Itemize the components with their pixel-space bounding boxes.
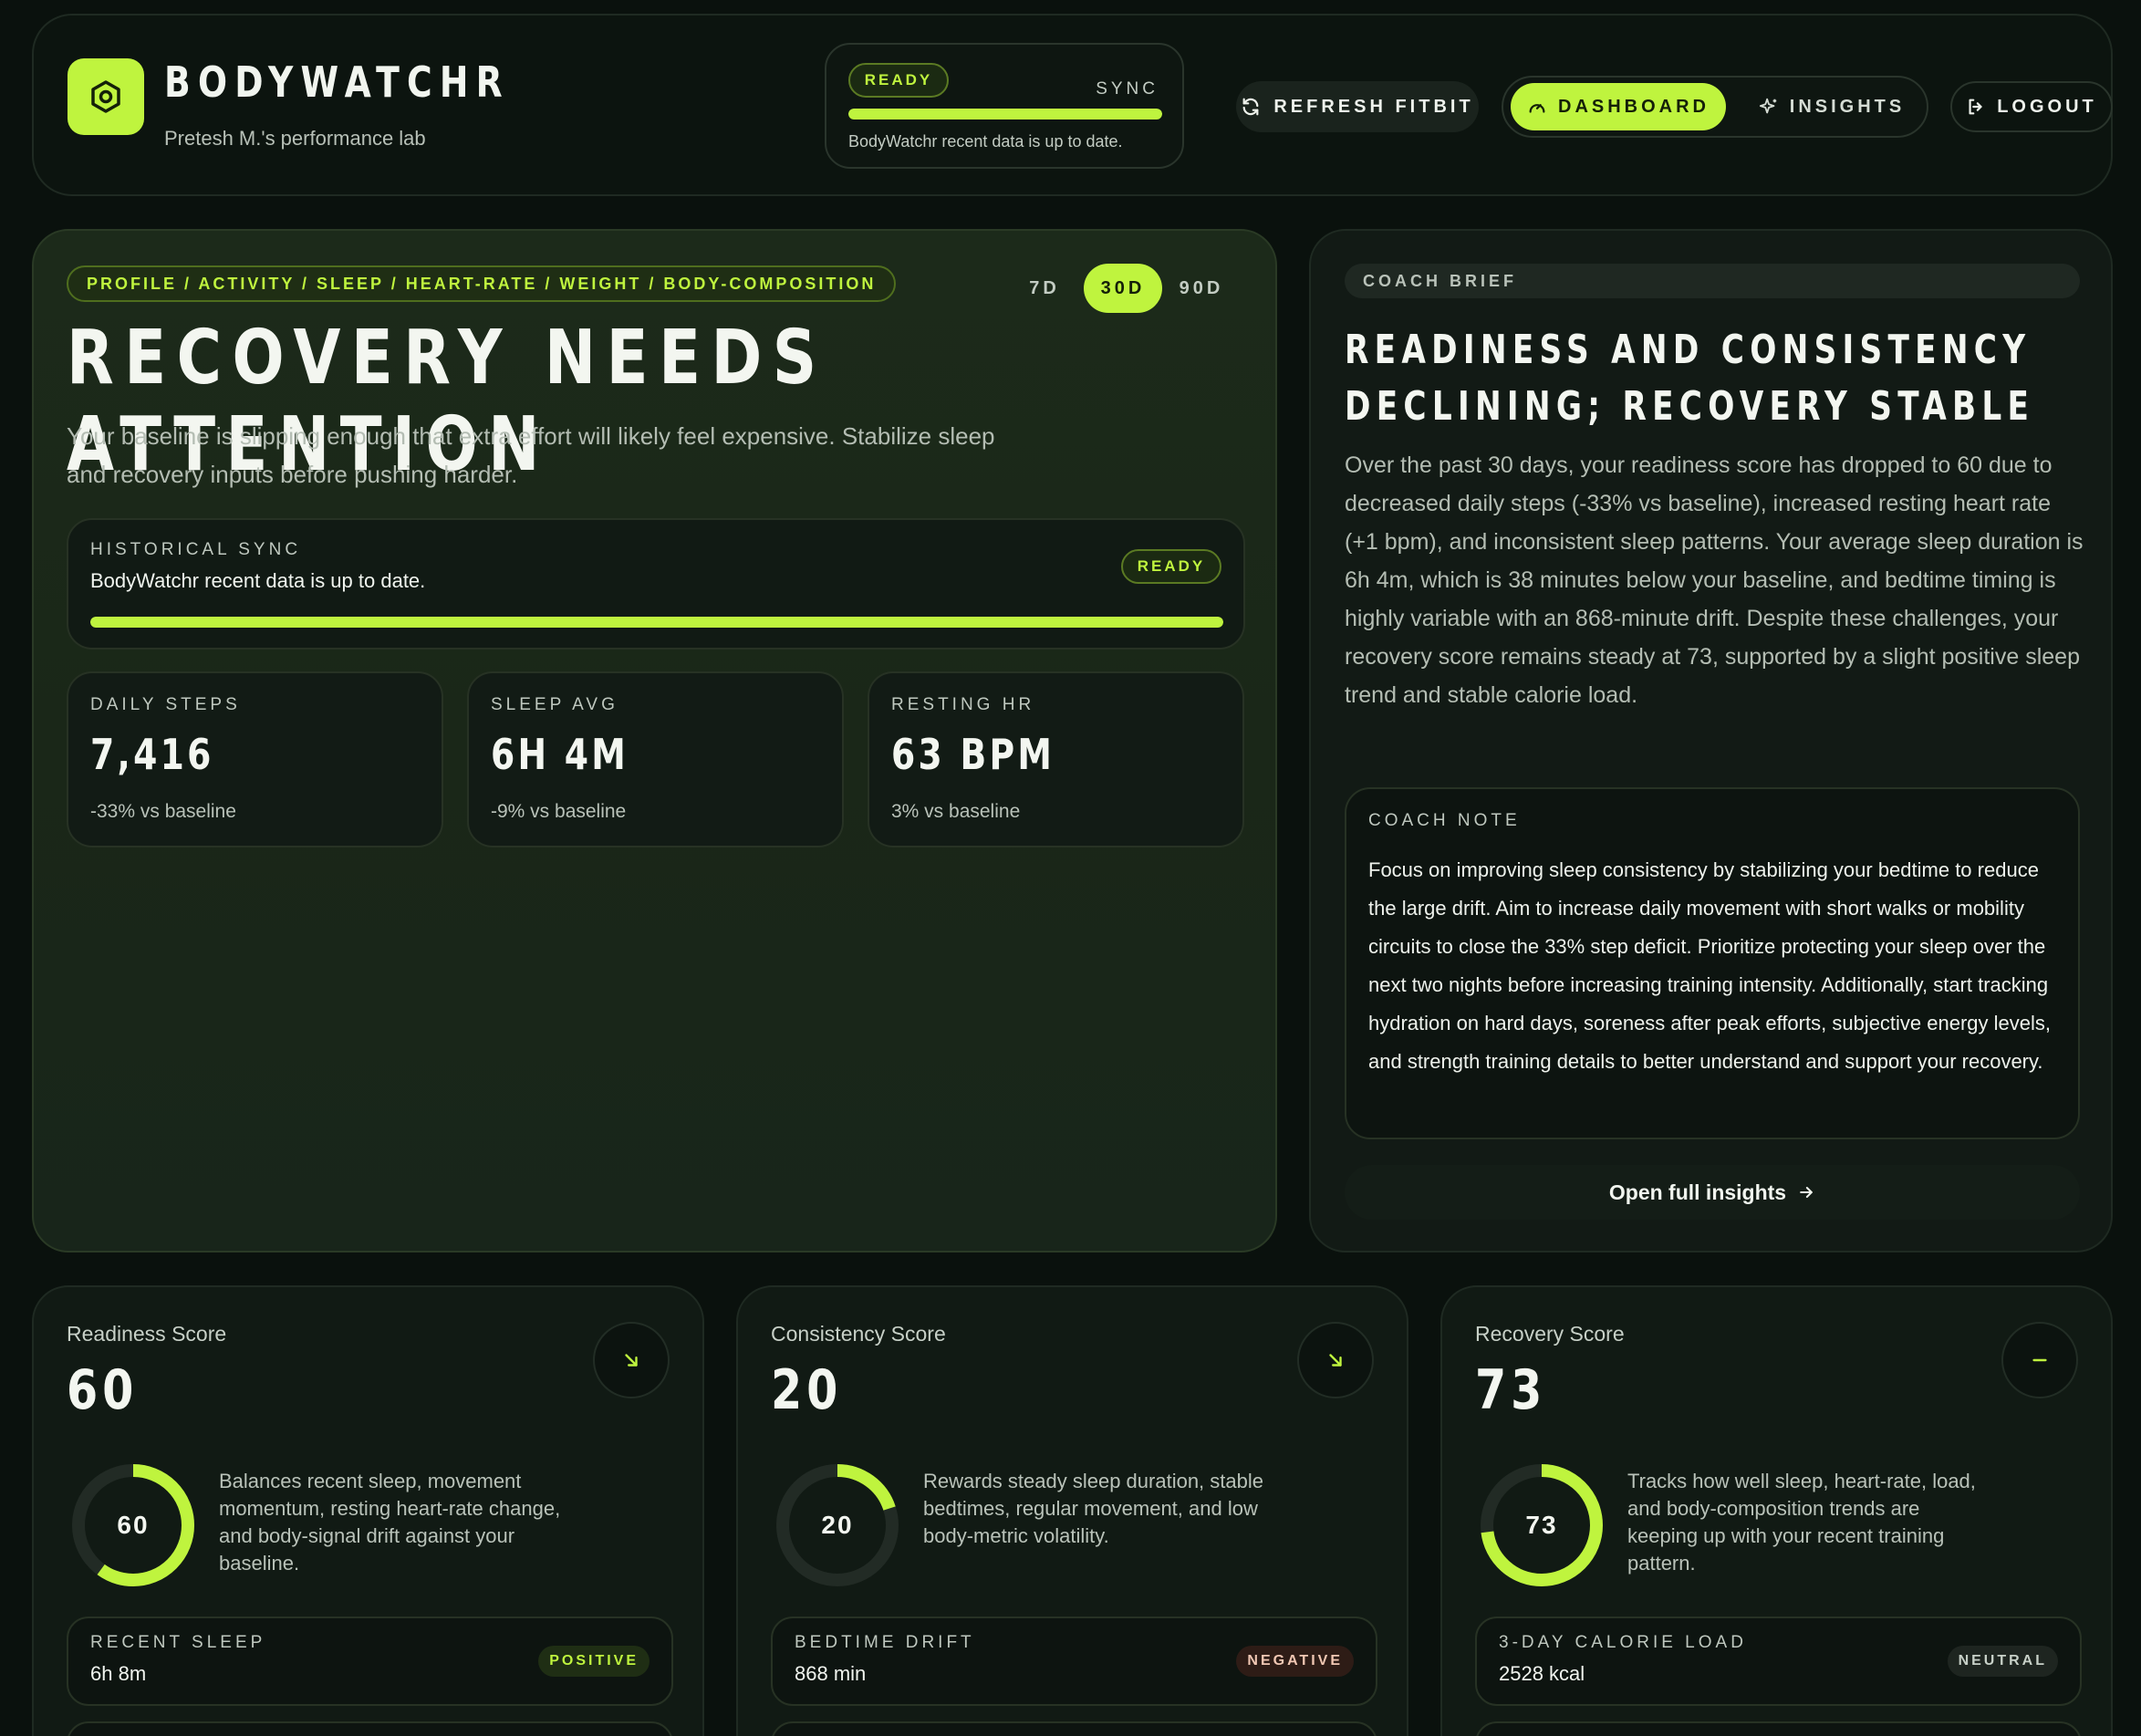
range-7d-button[interactable]: 7D [1005,264,1084,313]
sync-progress-fill [848,109,1162,120]
coach-summary: Over the past 30 days, your readiness sc… [1345,452,2084,708]
coach-title: READINESS AND CONSISTENCY DECLINING; REC… [1345,327,2035,430]
trend-button[interactable] [593,1322,670,1398]
sparkle-icon [1759,98,1777,114]
trend-button[interactable] [1297,1322,1374,1398]
trend-button[interactable] [2001,1322,2078,1398]
detail-badge: POSITIVE [538,1646,650,1677]
detail-value: 868 min [795,1662,867,1685]
historical-sync-badge: READY [1121,549,1221,584]
data-sources-tag: PROFILE / ACTIVITY / SLEEP / HEART-RATE … [67,265,897,302]
stat-label: RESTING HR [891,695,1035,714]
score-description: Balances recent sleep, movement momentum… [219,1470,561,1575]
stat-label: SLEEP AVG [491,695,618,714]
score-name: Consistency Score [771,1322,946,1346]
score-value: 73 [1475,1358,1547,1422]
range-30d-button[interactable]: 30D [1084,264,1162,313]
recovery-score-card: Recovery Score 73 73 Tracks how well sle… [1440,1285,2113,1736]
historical-sync-fill [90,617,1223,628]
range-selector: 7D 30D 90D [1005,264,1241,313]
sync-progress-bar [848,109,1162,120]
refresh-fitbit-button[interactable]: REFRESH FITBIT [1236,81,1479,132]
stat-delta: 3% vs baseline [891,801,1021,822]
detail-label: RECENT SLEEP [90,1633,266,1652]
sync-status-badge: READY [848,63,949,98]
logout-label: LOGOUT [1997,96,2097,117]
score-name: Readiness Score [67,1322,227,1346]
historical-sync-bar [90,617,1223,628]
main-nav: DASHBOARD INSIGHTS [1502,76,1928,138]
score-detail-row-next [771,1721,1377,1736]
score-detail-row-next [1475,1721,2082,1736]
score-description: Tracks how well sleep, heart-rate, load,… [1627,1470,1976,1575]
logo [68,58,144,135]
detail-badge: NEGATIVE [1236,1646,1354,1677]
historical-sync-panel: HISTORICAL SYNC BodyWatchr recent data i… [67,518,1245,650]
stat-delta: -33% vs baseline [90,801,236,822]
score-ring-value: 73 [1525,1511,1558,1539]
detail-badge: NEUTRAL [1947,1646,2058,1677]
coach-brief-tag: COACH BRIEF [1345,264,2080,298]
score-name: Recovery Score [1475,1322,1625,1346]
stat-daily-steps: DAILY STEPS 7,416 -33% vs baseline [67,671,443,847]
nav-dashboard-label: DASHBOARD [1558,96,1710,117]
sync-label: SYNC [1096,79,1159,99]
gauge-icon [1529,104,1545,113]
stat-label: DAILY STEPS [90,695,241,714]
stat-value: 7,416 [90,730,214,779]
stat-sleep-avg: SLEEP AVG 6H 4M -9% vs baseline [467,671,844,847]
score-value: 20 [771,1358,843,1422]
refresh-icon [1242,98,1259,116]
score-detail-row: RECENT SLEEP 6h 8m POSITIVE [67,1616,673,1706]
detail-value: 6h 8m [90,1662,147,1685]
down-right-arrow-icon [625,1354,638,1367]
score-value: 60 [67,1358,139,1422]
brand-subtitle: Pretesh M.'s performance lab [164,127,426,150]
open-full-insights-link[interactable]: Open full insights [1345,1165,2080,1220]
score-description: Rewards steady sleep duration, stable be… [923,1470,1263,1547]
range-90d-button[interactable]: 90D [1162,264,1241,313]
nav-dashboard[interactable]: DASHBOARD [1511,83,1726,130]
historical-sync-label: HISTORICAL SYNC [90,540,302,559]
score-detail-row-next [67,1721,673,1736]
coach-brief-panel: COACH BRIEF READINESS AND CONSISTENCY DE… [1309,229,2113,1253]
coach-note-label: COACH NOTE [1368,811,1521,830]
stat-resting-hr: RESTING HR 63 BPM 3% vs baseline [868,671,1244,847]
coach-note-text: Focus on improving sleep consistency by … [1368,858,2052,1073]
hexagon-gear-icon [91,80,120,113]
score-detail-row: BEDTIME DRIFT 868 min NEGATIVE [771,1616,1377,1706]
score-ring-value: 60 [117,1511,150,1539]
nav-insights[interactable]: INSIGHTS [1750,83,1914,130]
stat-delta: -9% vs baseline [491,801,627,822]
sync-status-text: BodyWatchr recent data is up to date. [848,132,1123,151]
brand-name: BODYWATCHR [164,57,510,107]
dash-icon [2032,1358,2047,1362]
score-detail-row: 3-DAY CALORIE LOAD 2528 kcal NEUTRAL [1475,1616,2082,1706]
stat-value: 6H 4M [491,730,629,779]
stat-value: 63 BPM [891,730,1055,779]
refresh-fitbit-label: REFRESH FITBIT [1273,96,1474,117]
historical-sync-text: BodyWatchr recent data is up to date. [90,569,426,592]
logout-icon [1969,99,1982,115]
score-ring-value: 20 [821,1511,854,1539]
recovery-hero-panel: PROFILE / ACTIVITY / SLEEP / HEART-RATE … [32,229,1277,1253]
detail-label: 3-DAY CALORIE LOAD [1499,1633,1747,1652]
detail-label: BEDTIME DRIFT [795,1633,975,1652]
consistency-score-card: Consistency Score 20 20 Rewards steady s… [736,1285,1408,1736]
nav-insights-label: INSIGHTS [1789,96,1906,117]
down-right-arrow-icon [1329,1354,1342,1367]
readiness-score-card: Readiness Score 60 60 Balances recent sl… [32,1285,704,1736]
app-header: BODYWATCHR Pretesh M.'s performance lab … [32,14,2113,196]
logout-button[interactable]: LOGOUT [1950,81,2113,132]
arrow-right-icon [1800,1187,1813,1198]
open-full-insights-label: Open full insights [1608,1180,1787,1204]
hero-description: Your baseline is slipping enough that ex… [67,422,995,488]
coach-note-panel: COACH NOTE Focus on improving sleep cons… [1345,787,2080,1139]
detail-value: 2528 kcal [1499,1662,1585,1685]
sync-status-panel: READY SYNC BodyWatchr recent data is up … [825,43,1184,169]
